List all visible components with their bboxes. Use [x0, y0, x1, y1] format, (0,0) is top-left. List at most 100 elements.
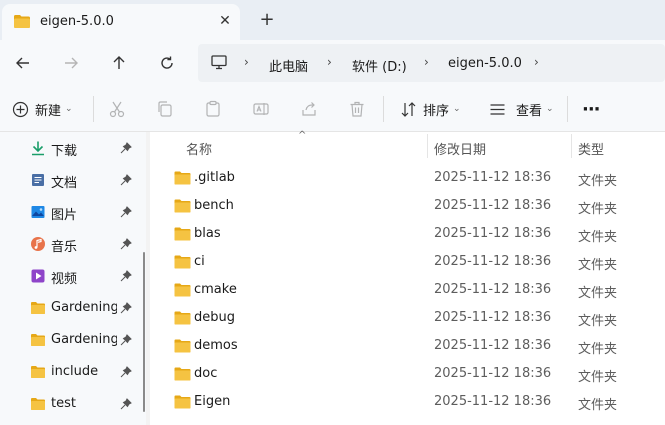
folder-icon: [174, 367, 191, 381]
breadcrumb-eigen[interactable]: eigen-5.0.0: [448, 56, 522, 71]
file-name: demos: [194, 338, 238, 353]
more-options-button[interactable]: ···: [582, 96, 600, 122]
table-row[interactable]: demos 2025-11-12 18:36 文件夹: [150, 332, 665, 360]
sidebar-item-documents[interactable]: 文档: [0, 164, 146, 196]
sidebar-item-gardening-2[interactable]: Gardening_(: [0, 324, 146, 356]
file-type: 文件夹: [578, 314, 618, 329]
sidebar-item-label: test: [51, 396, 76, 411]
folder-icon: [174, 311, 191, 325]
breadcrumb-this-pc[interactable]: 此电脑: [269, 56, 308, 75]
folder-icon: [31, 334, 45, 346]
tab-eigen[interactable]: eigen-5.0.0 ✕: [2, 4, 240, 40]
sidebar-item-gardening-1[interactable]: Gardening_!: [0, 292, 146, 324]
file-type: 文件夹: [578, 230, 618, 245]
paste-icon: [206, 100, 220, 117]
back-arrow-icon: [16, 57, 29, 69]
file-type: 文件夹: [578, 370, 618, 385]
table-row[interactable]: Eigen 2025-11-12 18:36 文件夹: [150, 388, 665, 416]
sidebar-item-label: 图片: [51, 208, 78, 223]
sort-up-icon: ^: [298, 130, 307, 141]
view-label: 查看: [516, 103, 543, 119]
file-type: 文件夹: [578, 342, 618, 357]
column-header-date[interactable]: 修改日期: [434, 139, 486, 167]
file-name: ci: [194, 254, 205, 269]
new-button[interactable]: 新建 ⌄: [12, 96, 73, 122]
chevron-right-icon: ›: [534, 55, 539, 69]
sidebar-item-test[interactable]: test: [0, 388, 146, 420]
file-type: 文件夹: [578, 174, 618, 189]
sort-button[interactable]: 排序 ⌄: [400, 96, 461, 122]
table-row[interactable]: ci 2025-11-12 18:36 文件夹: [150, 248, 665, 276]
folder-icon: [174, 255, 191, 269]
forward-button[interactable]: [56, 48, 86, 78]
folder-icon: [174, 395, 191, 409]
trash-icon: [350, 101, 364, 117]
rename-button[interactable]: [252, 96, 270, 122]
divider: [383, 96, 384, 122]
nav-bar: › 此电脑 › 软件 (D:) › eigen-5.0.0 ›: [0, 40, 665, 86]
sidebar-item-downloads[interactable]: 下载: [0, 132, 146, 164]
sidebar-item-label: 视频: [51, 272, 78, 287]
divider: [567, 96, 568, 122]
up-button[interactable]: [104, 48, 134, 78]
file-date: 2025-11-12 18:36: [434, 394, 552, 409]
pin-icon: [120, 398, 132, 410]
file-type: 文件夹: [578, 286, 618, 301]
folder-icon: [13, 14, 31, 33]
file-date: 2025-11-12 18:36: [434, 282, 552, 297]
chevron-down-icon: ⌄: [453, 104, 461, 114]
table-row[interactable]: .gitlab 2025-11-12 18:36 文件夹: [150, 164, 665, 192]
new-tab-button[interactable]: +: [256, 10, 278, 32]
new-label: 新建: [35, 103, 62, 119]
breadcrumb-drive-d[interactable]: 软件 (D:): [352, 56, 407, 75]
file-date: 2025-11-12 18:36: [434, 170, 552, 185]
table-row[interactable]: doc 2025-11-12 18:36 文件夹: [150, 360, 665, 388]
sidebar-item-videos[interactable]: 视频: [0, 260, 146, 292]
column-header-type[interactable]: 类型: [578, 139, 604, 167]
sidebar-item-label: 文档: [51, 176, 78, 191]
tab-close-button[interactable]: ✕: [216, 12, 234, 30]
table-row[interactable]: debug 2025-11-12 18:36 文件夹: [150, 304, 665, 332]
navigation-pane: 下载 文档 图片 音乐 视频 Gardening_! Gardening_( i…: [0, 132, 146, 425]
file-type: 文件夹: [578, 202, 618, 217]
refresh-button[interactable]: [152, 48, 182, 78]
file-list: ^ 名称 修改日期 类型 .gitlab 2025-11-12 18:36 文件…: [150, 130, 665, 425]
file-date: 2025-11-12 18:36: [434, 338, 552, 353]
paste-button[interactable]: [204, 96, 222, 122]
delete-button[interactable]: [348, 96, 366, 122]
folder-icon: [174, 199, 191, 213]
table-row[interactable]: bench 2025-11-12 18:36 文件夹: [150, 192, 665, 220]
file-date: 2025-11-12 18:36: [434, 310, 552, 325]
folder-icon: [174, 283, 191, 297]
copy-icon: [158, 101, 172, 117]
sidebar-item-label: Gardening_!: [51, 300, 117, 315]
back-button[interactable]: [8, 48, 38, 78]
divider: [93, 96, 94, 122]
sidebar-scrollbar[interactable]: [143, 252, 145, 412]
pin-icon: [120, 334, 132, 346]
file-name: debug: [194, 310, 235, 325]
download-icon: [32, 141, 44, 156]
sidebar-item-label: 下载: [51, 144, 78, 159]
cut-icon: [109, 101, 125, 118]
column-divider[interactable]: [571, 134, 572, 158]
picture-icon: [31, 206, 45, 218]
share-button[interactable]: [300, 96, 318, 122]
file-name: cmake: [194, 282, 237, 297]
table-row[interactable]: blas 2025-11-12 18:36 文件夹: [150, 220, 665, 248]
copy-button[interactable]: [156, 96, 174, 122]
column-header-name[interactable]: 名称: [186, 139, 212, 167]
table-row[interactable]: cmake 2025-11-12 18:36 文件夹: [150, 276, 665, 304]
sidebar-item-label: 音乐: [51, 240, 78, 255]
command-bar: 新建 ⌄ 排序 ⌄ 查看 ⌄ ···: [0, 86, 665, 132]
document-icon: [32, 174, 44, 186]
forward-arrow-icon: [65, 57, 78, 69]
sidebar-item-include[interactable]: include: [0, 356, 146, 388]
address-bar[interactable]: › 此电脑 › 软件 (D:) › eigen-5.0.0 ›: [198, 44, 665, 82]
sidebar-item-pictures[interactable]: 图片: [0, 196, 146, 228]
cut-button[interactable]: [108, 96, 126, 122]
column-divider[interactable]: [427, 134, 428, 158]
sidebar-item-music[interactable]: 音乐: [0, 228, 146, 260]
folder-icon: [31, 398, 45, 410]
view-button[interactable]: 查看 ⌄: [489, 96, 554, 122]
